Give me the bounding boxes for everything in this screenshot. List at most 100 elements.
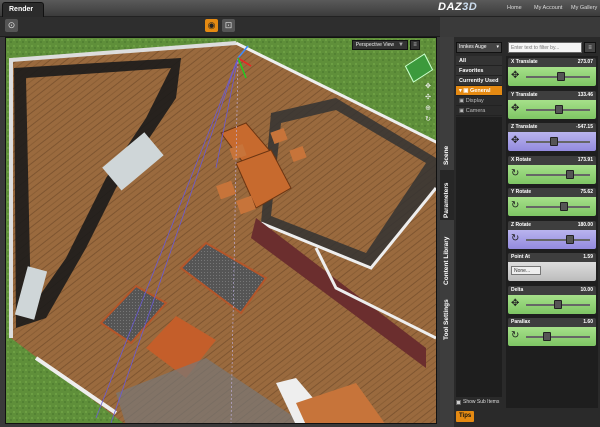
tab-scene-label: Scene — [443, 145, 450, 165]
param-point-at: Point At 1.59 None... — [508, 253, 596, 281]
param-header: Y Translate 133.46 — [508, 90, 596, 100]
param-y-translate: Y Translate 133.46 ✥ — [508, 90, 596, 119]
filter-input[interactable] — [508, 42, 582, 53]
checkbox-icon[interactable] — [456, 399, 461, 405]
slider-knob[interactable] — [566, 169, 575, 179]
param-header: X Rotate 173.91 — [508, 155, 596, 165]
slider-knob[interactable] — [554, 299, 562, 309]
filter-menu-icon[interactable]: ≡ — [584, 42, 596, 53]
tab-tool-settings-label: Tool Settings — [443, 299, 450, 340]
param-header: Z Translate -547.15 — [508, 123, 596, 132]
tree-item-general[interactable]: ▾ ▣ General — [456, 86, 502, 96]
property-group-tree: All Favorites Currently Used ▾ ▣ General ▣ … — [456, 56, 502, 116]
tab-parameters[interactable]: Parameters — [440, 170, 454, 220]
param-value[interactable]: 10.00 — [580, 287, 593, 293]
move-icon: ✥ — [511, 102, 520, 114]
logo-text: DAZ — [438, 1, 463, 13]
param-name: Delta — [511, 286, 524, 293]
point-at-select-button[interactable]: None... — [511, 266, 541, 275]
tree-item-currently-used[interactable]: Currently Used — [456, 76, 502, 86]
slider-knob[interactable] — [556, 72, 565, 81]
parameter-list: X Translate 273.07 ✥ Y Translate 133.46 ✥ Z Tr… — [506, 56, 598, 408]
tree-item-favorites[interactable]: Favorites — [456, 66, 502, 76]
view-selector[interactable]: Perspective View ▼ — [351, 40, 408, 50]
render-settings-icon[interactable]: ⊡ — [222, 19, 235, 32]
tree-item-label: Camera — [465, 108, 486, 114]
param-name: Parallax — [511, 319, 531, 325]
param-value[interactable]: 180.00 — [578, 222, 593, 228]
3d-viewport[interactable]: Perspective View ▼ ≡ ✥ ✣ ⊕ ↻ — [5, 37, 437, 424]
move-icon: ✥ — [511, 70, 520, 81]
param-header: Point At 1.59 — [508, 253, 596, 262]
link-my-account[interactable]: My Account — [534, 5, 562, 11]
group-icon: ▾ ▣ — [459, 88, 471, 94]
tab-content-library-label: Content Library — [443, 236, 450, 285]
render-icon[interactable]: ◉ — [205, 19, 218, 32]
param-slider-body: ↻ — [508, 197, 596, 216]
parameters-panel: Innkes Auge ▾ ≡ All Favorites Currently Use… — [454, 37, 600, 427]
tree-item-label: General — [470, 88, 491, 94]
param-parallax: Parallax 1.60 ↻ — [508, 318, 596, 346]
render-toolbar: ⊙ ◉ ⊡ — [0, 17, 440, 37]
param-name: Z Translate — [511, 124, 538, 130]
param-value[interactable]: -547.15 — [576, 124, 593, 130]
param-z-translate: Z Translate -547.15 ✥ — [508, 123, 596, 151]
param-value[interactable]: 133.46 — [578, 92, 593, 98]
param-value[interactable]: 173.91 — [578, 157, 593, 163]
app-header: Render DAZ3D Home My Account My Gallery — [0, 0, 600, 17]
zoom-icon[interactable]: ⊕ — [423, 104, 433, 114]
param-name: Z Rotate — [511, 221, 531, 228]
param-slider-body: ✥ — [508, 99, 596, 119]
param-value[interactable]: 1.59 — [583, 254, 593, 260]
slider-knob[interactable] — [566, 234, 575, 244]
group-icon: ▣ — [459, 108, 466, 114]
param-value[interactable]: 75.62 — [580, 189, 593, 195]
tab-content-library[interactable]: Content Library — [440, 225, 454, 287]
rotate-view-icon[interactable]: ↻ — [423, 115, 433, 125]
tree-item-all[interactable]: All — [456, 56, 502, 66]
tree-item-display[interactable]: ▣ Display — [456, 96, 502, 106]
tab-render[interactable]: Render — [2, 2, 44, 17]
tree-item-camera[interactable]: ▣ Camera — [456, 106, 502, 116]
link-my-gallery[interactable]: My Gallery — [571, 5, 597, 11]
param-header: Y Rotate 75.62 — [508, 188, 596, 197]
param-header: Z Rotate 180.00 — [508, 220, 596, 230]
slider-track[interactable] — [526, 206, 590, 208]
orbit-icon[interactable]: ✥ — [423, 82, 433, 92]
pan-icon[interactable]: ✣ — [423, 93, 433, 103]
param-slider-body: ✥ — [508, 132, 596, 151]
rotate-icon: ↻ — [511, 330, 520, 341]
param-slider-body: ✥ — [508, 67, 596, 86]
tips-button[interactable]: Tips — [456, 411, 474, 422]
tab-parameters-label: Parameters — [443, 182, 450, 218]
param-y-rotate: Y Rotate 75.62 ↻ — [508, 188, 596, 216]
param-name: X Translate — [511, 59, 538, 65]
tab-scene[interactable]: Scene — [440, 127, 454, 167]
param-slider-body: ↻ — [508, 327, 596, 346]
move-icon: ✥ — [511, 135, 520, 146]
param-value[interactable]: 1.60 — [583, 319, 593, 325]
slider-knob[interactable] — [555, 104, 564, 114]
param-header: Parallax 1.60 — [508, 318, 596, 327]
group-icon: ▣ — [459, 98, 466, 104]
slider-track[interactable] — [526, 141, 590, 143]
slider-knob[interactable] — [542, 332, 551, 341]
slider-knob[interactable] — [559, 202, 568, 211]
rotate-icon: ↻ — [511, 200, 520, 211]
param-slider-body: None... — [508, 262, 596, 281]
slider-track[interactable] — [526, 173, 590, 176]
param-name: Y Translate — [511, 91, 538, 98]
camera-icon[interactable]: ⊙ — [5, 19, 18, 32]
scene-render — [6, 38, 436, 423]
show-sub-items-toggle[interactable]: Show Sub Items — [456, 399, 504, 405]
tab-tool-settings[interactable]: Tool Settings — [440, 292, 454, 342]
link-home[interactable]: Home — [507, 5, 522, 11]
param-name: Y Rotate — [511, 189, 532, 195]
slider-knob[interactable] — [549, 137, 558, 146]
param-slider-body: ✥ — [508, 294, 596, 314]
viewport-menu-icon[interactable]: ≡ — [410, 40, 420, 50]
node-selector[interactable]: Innkes Auge ▾ — [456, 42, 502, 53]
param-value[interactable]: 273.07 — [578, 59, 593, 65]
slider-track[interactable] — [526, 238, 590, 241]
slider-track[interactable] — [526, 336, 590, 338]
